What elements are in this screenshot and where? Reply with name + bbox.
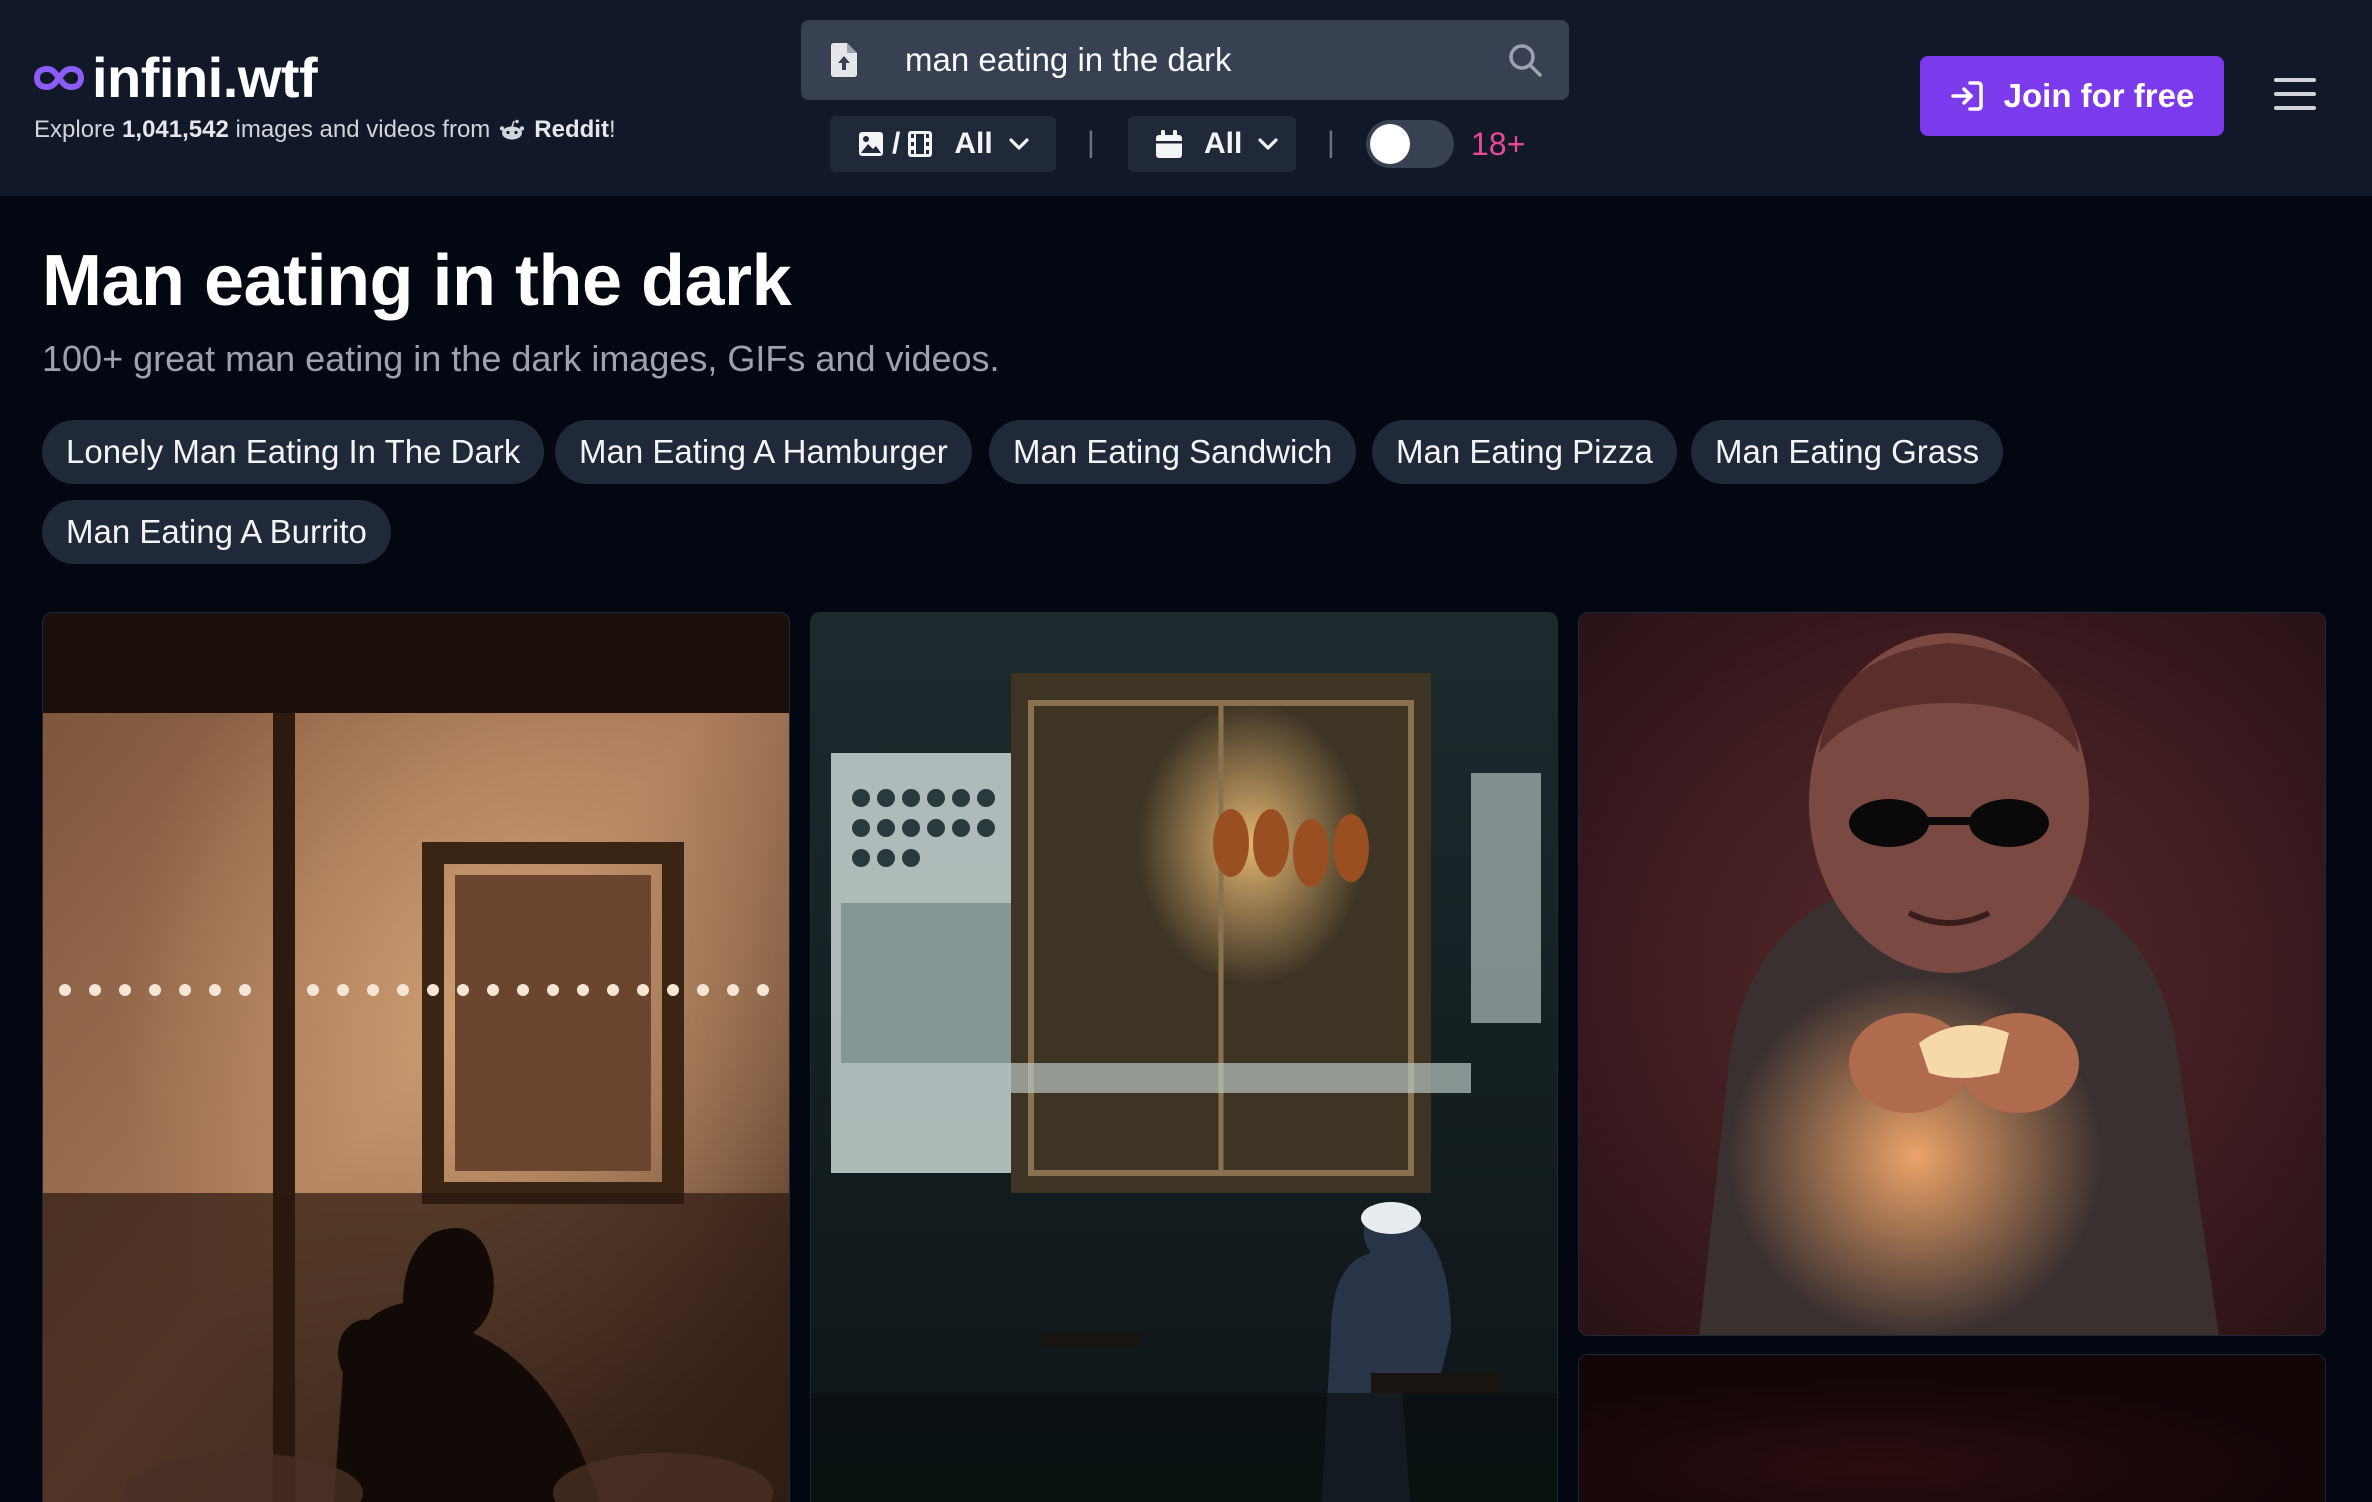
image-card[interactable]	[1578, 612, 2326, 1336]
search-input[interactable]	[905, 41, 1507, 79]
image-card[interactable]	[42, 612, 790, 1502]
image-icon	[859, 132, 883, 156]
filter-divider: |	[1087, 126, 1095, 159]
media-type-value: All	[954, 127, 993, 160]
tag-chip[interactable]: Man Eating A Hamburger	[555, 420, 972, 484]
calendar-icon	[1156, 130, 1182, 158]
hamburger-menu-icon[interactable]	[2274, 76, 2316, 112]
infinity-icon	[34, 65, 84, 91]
image-card[interactable]	[810, 612, 1558, 1502]
media-type-filter[interactable]: / All	[830, 116, 1056, 172]
sign-in-icon	[1950, 81, 1983, 111]
filter-divider: |	[1327, 126, 1335, 159]
search-icon[interactable]	[1507, 42, 1543, 78]
nsfw-toggle[interactable]	[1366, 120, 1454, 168]
image-count: 1,041,542	[122, 116, 229, 143]
film-icon	[908, 131, 933, 157]
tag-chip[interactable]: Man Eating Pizza	[1372, 420, 1677, 484]
brand-name: infini.wtf	[92, 46, 318, 109]
join-label: Join for free	[2003, 77, 2195, 114]
nsfw-label: 18+	[1471, 126, 1526, 162]
top-header: infini.wtf Explore 1,041,542 images and …	[0, 0, 2372, 196]
tag-chip[interactable]: Lonely Man Eating In The Dark	[42, 420, 545, 484]
image-card[interactable]	[1578, 1354, 2326, 1502]
tag-chip[interactable]: Man Eating Sandwich	[989, 420, 1357, 484]
tagline-prefix: Explore	[34, 116, 116, 143]
page-subtitle: 100+ great man eating in the dark images…	[42, 338, 1000, 379]
chevron-down-icon	[1009, 138, 1029, 150]
date-filter-value: All	[1204, 127, 1243, 160]
date-filter[interactable]: All	[1128, 116, 1296, 172]
source-name[interactable]: Reddit	[534, 116, 609, 144]
photo	[43, 613, 789, 1502]
page-title: Man eating in the dark	[42, 241, 792, 321]
file-upload-icon[interactable]	[831, 43, 857, 77]
photo	[811, 613, 1557, 1502]
logo[interactable]: infini.wtf	[34, 46, 318, 110]
tag-chip[interactable]: Man Eating A Burrito	[42, 500, 391, 564]
tagline: Explore 1,041,542 images and videos from…	[34, 116, 616, 144]
tag-chip[interactable]: Man Eating Grass	[1691, 420, 2004, 484]
chevron-down-icon	[1258, 138, 1278, 150]
tagline-middle: images and videos from	[235, 116, 491, 143]
photo	[1579, 1355, 2325, 1502]
search-bar	[801, 20, 1569, 100]
media-separator: /	[892, 127, 901, 160]
tagline-suffix: !	[608, 116, 616, 143]
reddit-icon	[500, 119, 525, 140]
toggle-knob	[1370, 124, 1410, 164]
join-button[interactable]: Join for free	[1920, 56, 2224, 136]
photo	[1579, 613, 2325, 1335]
